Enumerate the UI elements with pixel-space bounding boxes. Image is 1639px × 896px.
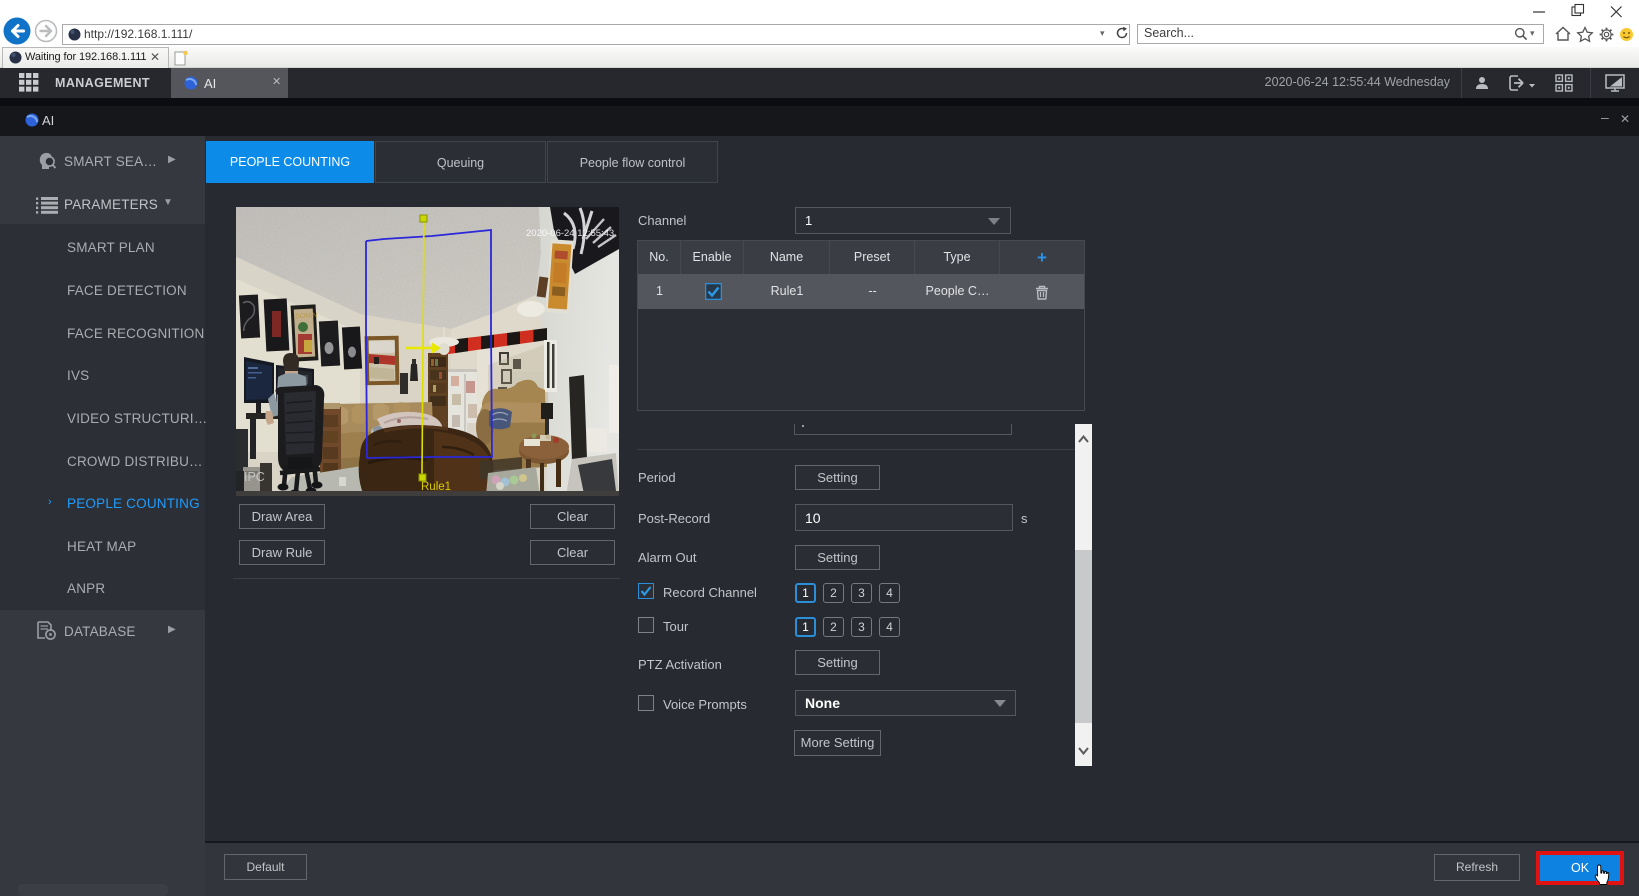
svg-text:2020-06-24 12:55:43: 2020-06-24 12:55:43 [526, 228, 614, 239]
svg-text:IPC: IPC [244, 470, 265, 484]
svg-text:Rule1: Rule1 [421, 481, 451, 493]
